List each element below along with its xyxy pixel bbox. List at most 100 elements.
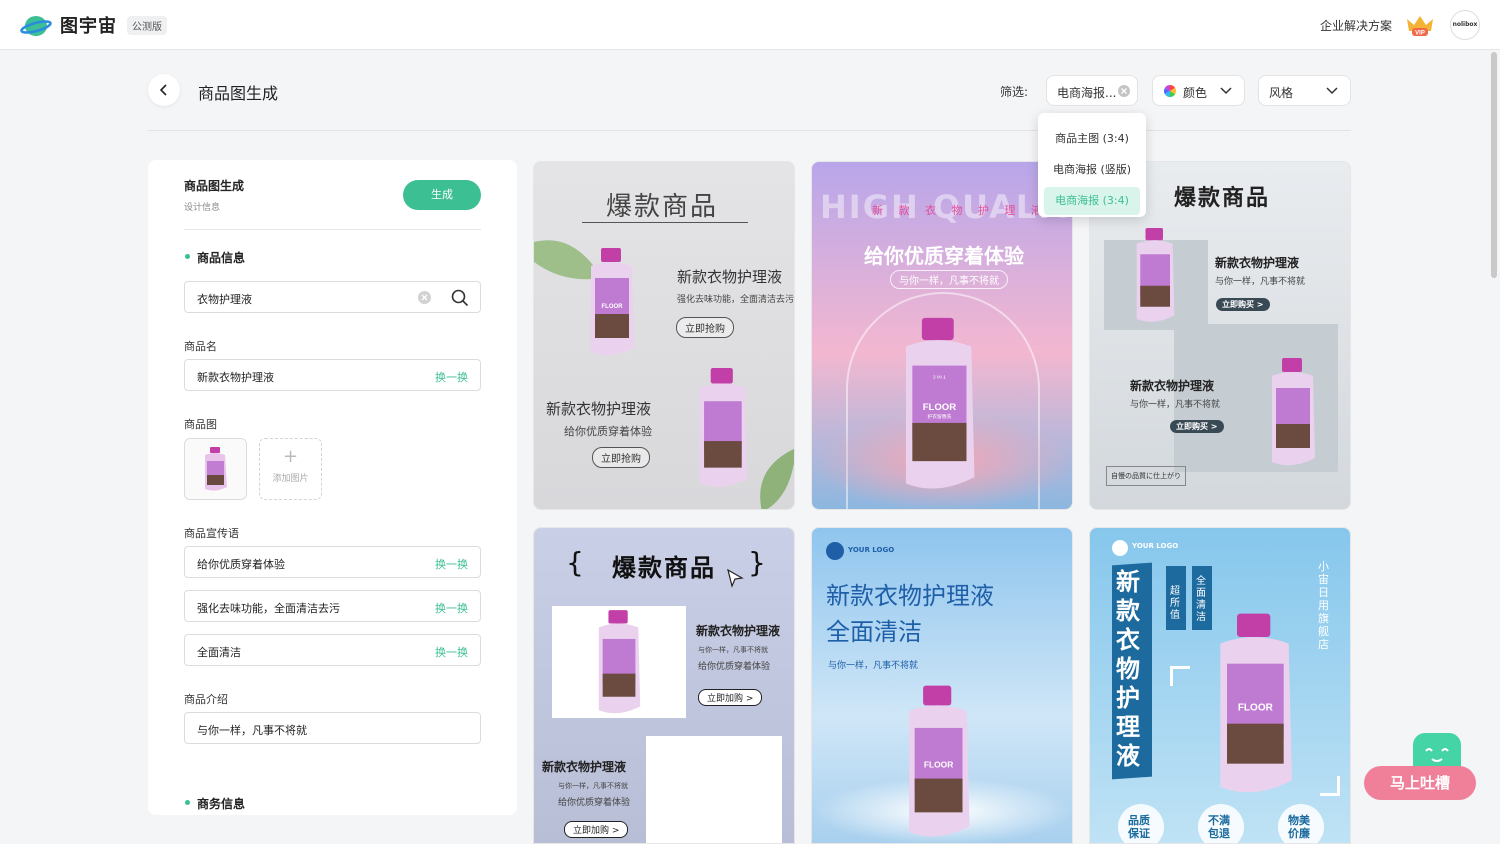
add-image-button[interactable]: + 添加图片 [259, 438, 322, 500]
search-icon[interactable] [451, 289, 469, 307]
card-subtext: 与你一样，凡事不将就 [828, 661, 919, 671]
page-title: 商品图生成 [198, 84, 279, 103]
card-subtext: 与你一样，凡事不将就 [1215, 277, 1306, 287]
swap-button[interactable]: 换一换 [435, 600, 468, 616]
corner-bracket [1170, 666, 1190, 686]
card-tag: 自慢の品質に仕上がり [1106, 466, 1186, 486]
dropdown-option[interactable]: 电商海报 (竖版) [1044, 156, 1140, 184]
type-filter-select[interactable]: 电商海报... [1046, 75, 1138, 106]
result-card[interactable]: YOUR LOGO 新款衣物护理液 超所值 全面清洁 小宙日用旗舰店 FLOOR… [1089, 527, 1351, 844]
user-avatar[interactable]: nolibox [1450, 10, 1480, 40]
header-divider [148, 130, 1351, 131]
back-button[interactable] [148, 74, 180, 106]
bottle-tag: 2 IN 1 [933, 374, 946, 380]
product-bottle-icon: FLOOR [909, 685, 970, 837]
product-bottle-icon [598, 610, 641, 714]
card-subtext: 与你一样，凡事不将就 [698, 646, 768, 654]
color-wheel-icon [1163, 85, 1177, 97]
card-product-name: 新款衣物护理液 [1130, 379, 1215, 393]
vip-crown-icon[interactable]: VIP [1404, 13, 1436, 37]
swap-button[interactable]: 换一换 [435, 369, 468, 385]
color-filter-select[interactable]: 颜色 [1152, 75, 1245, 106]
card-subtext: 给你优质穿着体验 [564, 425, 652, 438]
result-card[interactable]: YOUR LOGO 新款衣物护理液 全面清洁 与你一样，凡事不将就 FLOOR [811, 527, 1073, 844]
brand-name[interactable]: 图宇宙 [60, 12, 117, 38]
card-headline: 新款衣物护理液 [826, 582, 994, 610]
bottle-brand: FLOOR [602, 304, 624, 310]
swap-button[interactable]: 换一换 [435, 556, 468, 572]
chevron-down-icon [1326, 87, 1338, 95]
type-filter-value: 电商海报... [1057, 86, 1117, 100]
card-product-name: 新款衣物护理液 [696, 624, 781, 638]
slogan-field[interactable]: 强化去味功能，全面清洁去污 换一换 [184, 590, 481, 622]
panel-subtitle: 设计信息 [184, 203, 221, 213]
product-bottle-icon [699, 368, 748, 487]
intro-label: 商品介绍 [184, 693, 228, 706]
card-headline: 给你优质穿着体验 [864, 244, 1024, 268]
card-headline: 爆款商品 [612, 554, 716, 582]
slogan-field[interactable]: 全面清洁 换一换 [184, 634, 481, 666]
clear-icon[interactable] [1117, 84, 1131, 98]
section-dot [185, 800, 190, 805]
style-filter-select[interactable]: 风格 [1258, 75, 1351, 106]
result-card[interactable]: 爆款商品 FLOOR 新款衣物护理液 强化去味功能，全面清洁去污 立即抢购 新款… [533, 161, 795, 510]
card-product-name: 新款衣物护理液 [1215, 256, 1300, 270]
headline-underline [582, 222, 748, 223]
dropdown-option[interactable]: 商品主图 (3:4) [1044, 125, 1140, 153]
card-badge: 物美价廉 [1288, 814, 1310, 840]
product-image-thumbnail[interactable] [184, 438, 247, 500]
section-dot [185, 254, 190, 259]
card-vertical-title: 新款衣物护理液 [1116, 568, 1140, 770]
add-image-label: 添加图片 [272, 474, 309, 484]
card-headline: 全面清洁 [826, 618, 922, 646]
card-headline: 爆款商品 [1174, 186, 1271, 211]
page-scrollbar[interactable] [1491, 52, 1497, 278]
section-business-info: 商务信息 [197, 797, 246, 811]
filter-label: 筛选: [1000, 85, 1029, 99]
product-bottle-icon: FLOOR [1220, 613, 1292, 793]
product-intro-field[interactable]: 与你一样，凡事不将就 [184, 712, 481, 744]
card-tag: 超所值 [1170, 586, 1180, 621]
bottle-brand: FLOOR [923, 402, 957, 413]
card-cta: 立即抢购 [592, 447, 650, 468]
color-filter-label: 颜色 [1183, 86, 1208, 100]
feedback-button[interactable]: 马上吐槽 [1364, 766, 1476, 800]
clear-icon[interactable] [417, 290, 432, 305]
enterprise-solutions-link[interactable]: 企业解决方案 [1320, 17, 1392, 34]
dropdown-option-selected[interactable]: 电商海报 (3:4) [1044, 187, 1140, 215]
slogan-label: 商品宣传语 [184, 527, 239, 540]
product-search-input[interactable]: 衣物护理液 [184, 281, 481, 313]
result-card[interactable]: { 爆款商品 } 新款衣物护理液 与你一样，凡事不将就 给你优质穿着体验 立即加… [533, 527, 795, 844]
card-cta: 立即加购 > [698, 689, 763, 706]
card-badge: 不满包退 [1208, 814, 1230, 840]
card-cta: 立即购买 > [1170, 420, 1224, 433]
card-badge: 品质保证 [1128, 814, 1150, 840]
card-small-text: 新 款 衣 物 护 理 液 [872, 204, 1048, 217]
bottle-brand: FLOOR [1238, 702, 1274, 713]
swap-button[interactable]: 换一换 [435, 644, 468, 660]
product-bottle-icon: 2 IN 1 FLOOR 护衣留香洗 [905, 317, 975, 489]
beta-badge: 公测版 [127, 16, 167, 35]
card-cta: 立即加购 > [564, 821, 629, 838]
card-subtext: 与你一样，凡事不将就 [1130, 400, 1221, 410]
card-subtext: 强化去味功能，全面清洁去污 [677, 295, 795, 305]
product-name-field[interactable]: 新款衣物护理液 换一换 [184, 359, 481, 391]
product-name-label: 商品名 [184, 340, 217, 353]
corner-bracket [1320, 776, 1340, 796]
result-card[interactable]: HIGH QUALITY 新 款 衣 物 护 理 液 给你优质穿着体验 与你一样… [811, 161, 1073, 510]
card-logo-text: YOUR LOGO [848, 546, 895, 554]
top-bar: 图宇宙 公测版 企业解决方案 VIP nolibox [0, 0, 1500, 50]
cursor-icon [727, 568, 744, 588]
card-product-name: 新款衣物护理液 [546, 400, 652, 418]
search-value: 衣物护理液 [197, 293, 252, 306]
card-subtext: 给你优质穿着体验 [558, 798, 631, 808]
card-product-name: 新款衣物护理液 [677, 268, 783, 286]
card-store-name: 小宙日用旗舰店 [1318, 560, 1329, 651]
slogan-value: 给你优质穿着体验 [197, 558, 285, 571]
slogan-field[interactable]: 给你优质穿着体验 换一换 [184, 546, 481, 578]
generate-button[interactable]: 生成 [403, 180, 481, 210]
card-cta: 立即抢购 [676, 317, 734, 338]
card-logo-text: YOUR LOGO [1132, 542, 1179, 550]
logo-icon[interactable] [20, 12, 52, 38]
card-product-name: 新款衣物护理液 [542, 760, 627, 774]
